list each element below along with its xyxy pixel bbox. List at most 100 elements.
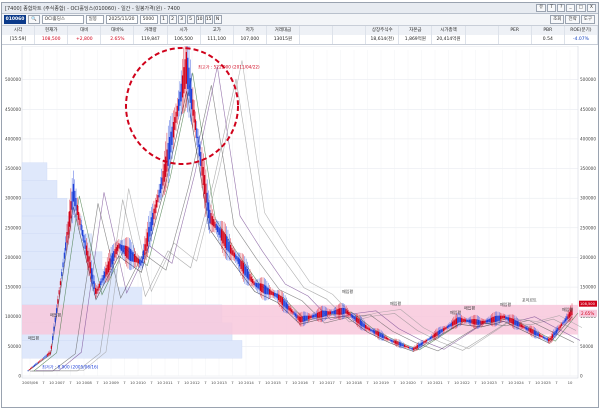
- candle-body: [91, 268, 93, 279]
- quote-value: [466, 35, 499, 44]
- quote-value: 18,614(천): [366, 35, 400, 44]
- period-select[interactable]: 일봉: [85, 15, 104, 24]
- candle-body: [289, 307, 291, 312]
- stock-name-field[interactable]: OCI홀딩스: [41, 15, 84, 24]
- stock-code-input[interactable]: 010060: [4, 15, 26, 24]
- candle-body: [313, 314, 315, 318]
- chart-svg[interactable]: 0 50000 100000 150000 200000 250000 300000 3500…: [2, 28, 598, 402]
- toolbar-button-2[interactable]: 도구: [580, 15, 595, 24]
- candle-body: [275, 293, 277, 298]
- candle-body: [174, 117, 176, 130]
- quote-value: [15:59]: [2, 35, 36, 44]
- window-button-4[interactable]: □: [575, 4, 586, 12]
- candle-body: [271, 291, 273, 296]
- window-button-1[interactable]: T: [547, 4, 556, 12]
- y-tick-label-right: 150000: [580, 285, 596, 290]
- candle-body: [133, 254, 136, 262]
- candle-body: [506, 316, 508, 320]
- volume-profile-bar: [21, 162, 48, 181]
- candle-body: [529, 328, 532, 333]
- x-tick-label: 10 2019: [373, 380, 389, 385]
- candle-body: [354, 316, 356, 321]
- candle-body: [561, 323, 563, 326]
- period-button-5[interactable]: 5: [186, 15, 195, 24]
- candle-body: [287, 304, 289, 310]
- window-button-5[interactable]: X: [586, 4, 596, 12]
- candle-body: [183, 67, 185, 94]
- candle-body: [515, 320, 517, 326]
- period-button-N[interactable]: N: [213, 15, 222, 24]
- candle-body: [410, 347, 412, 350]
- candle-body: [52, 336, 54, 341]
- x-tick-label: 7: [69, 380, 72, 385]
- candle-body: [481, 320, 484, 324]
- candle-body: [307, 315, 310, 320]
- candle-body: [551, 334, 554, 339]
- x-tick-label: 10 2020: [400, 380, 416, 385]
- candle-body: [411, 348, 413, 350]
- y-axis-right: 0500001000001500002000002500003000003500…: [580, 77, 596, 378]
- candle-body: [384, 336, 386, 339]
- period-button-15[interactable]: 15: [204, 15, 213, 24]
- candle-body: [375, 330, 377, 335]
- candle-body: [76, 205, 78, 216]
- toolbar-button-0[interactable]: 조회: [550, 15, 565, 24]
- period-button-1[interactable]: 1: [159, 15, 168, 24]
- price-chart[interactable]: 0 50000 100000 150000 200000 250000 300000 3500…: [2, 28, 598, 402]
- candle-body: [477, 319, 480, 325]
- window-button-0[interactable]: 유: [536, 4, 547, 12]
- candle-body: [319, 311, 321, 318]
- candle-body: [468, 319, 471, 323]
- candle-body: [328, 311, 330, 315]
- x-tick-label: 7: [447, 380, 450, 385]
- candle-body: [449, 324, 451, 327]
- candle-body: [461, 318, 463, 323]
- candle-body: [242, 262, 245, 274]
- candle-body: [503, 315, 506, 319]
- candle-body: [49, 351, 51, 354]
- candle-body: [527, 327, 529, 331]
- candle-body: [398, 342, 400, 346]
- buy-label: 매입평: [500, 301, 511, 307]
- candle-body: [507, 317, 509, 321]
- candle-body: [381, 334, 384, 338]
- candle-body: [239, 258, 241, 267]
- date-field[interactable]: 2025/11/20: [105, 15, 138, 24]
- candle-body: [474, 319, 476, 325]
- candle-body: [214, 221, 216, 228]
- candle-body: [209, 209, 211, 224]
- search-button[interactable]: 🔍: [28, 15, 40, 24]
- candle-body: [301, 316, 303, 323]
- candle-body: [146, 232, 149, 247]
- y-tick-label: 500000: [5, 77, 21, 82]
- window-button-3[interactable]: _: [566, 4, 575, 12]
- candle-body: [537, 333, 539, 337]
- candle-body: [41, 358, 43, 360]
- toolbar-button-1[interactable]: 전략: [565, 15, 580, 24]
- candle-body: [281, 297, 284, 306]
- candle-body: [300, 316, 302, 323]
- candle-body: [562, 322, 564, 325]
- x-tick-label: 10 2021: [427, 380, 443, 385]
- candle-body: [72, 183, 75, 202]
- window-button-2[interactable]: ?: [557, 4, 566, 12]
- candle-body: [422, 341, 424, 345]
- quote-header: [300, 26, 334, 35]
- candle-body: [50, 345, 52, 349]
- candle-body: [445, 326, 447, 329]
- candle-body: [241, 261, 243, 272]
- period-button-2[interactable]: 2: [168, 15, 177, 24]
- candle-body: [168, 137, 171, 160]
- candle-body: [464, 319, 467, 322]
- candle-body: [485, 320, 487, 323]
- count-field[interactable]: 5000: [139, 15, 158, 24]
- period-button-3[interactable]: 3: [177, 15, 186, 24]
- candle-body: [142, 250, 145, 260]
- candle-body: [224, 234, 226, 249]
- x-tick-label: 10 2018: [346, 380, 362, 385]
- candle-body: [533, 330, 535, 335]
- candle-body: [113, 251, 115, 261]
- candle-body: [314, 314, 316, 318]
- candle-body: [283, 298, 285, 307]
- period-button-10[interactable]: 10: [195, 15, 204, 24]
